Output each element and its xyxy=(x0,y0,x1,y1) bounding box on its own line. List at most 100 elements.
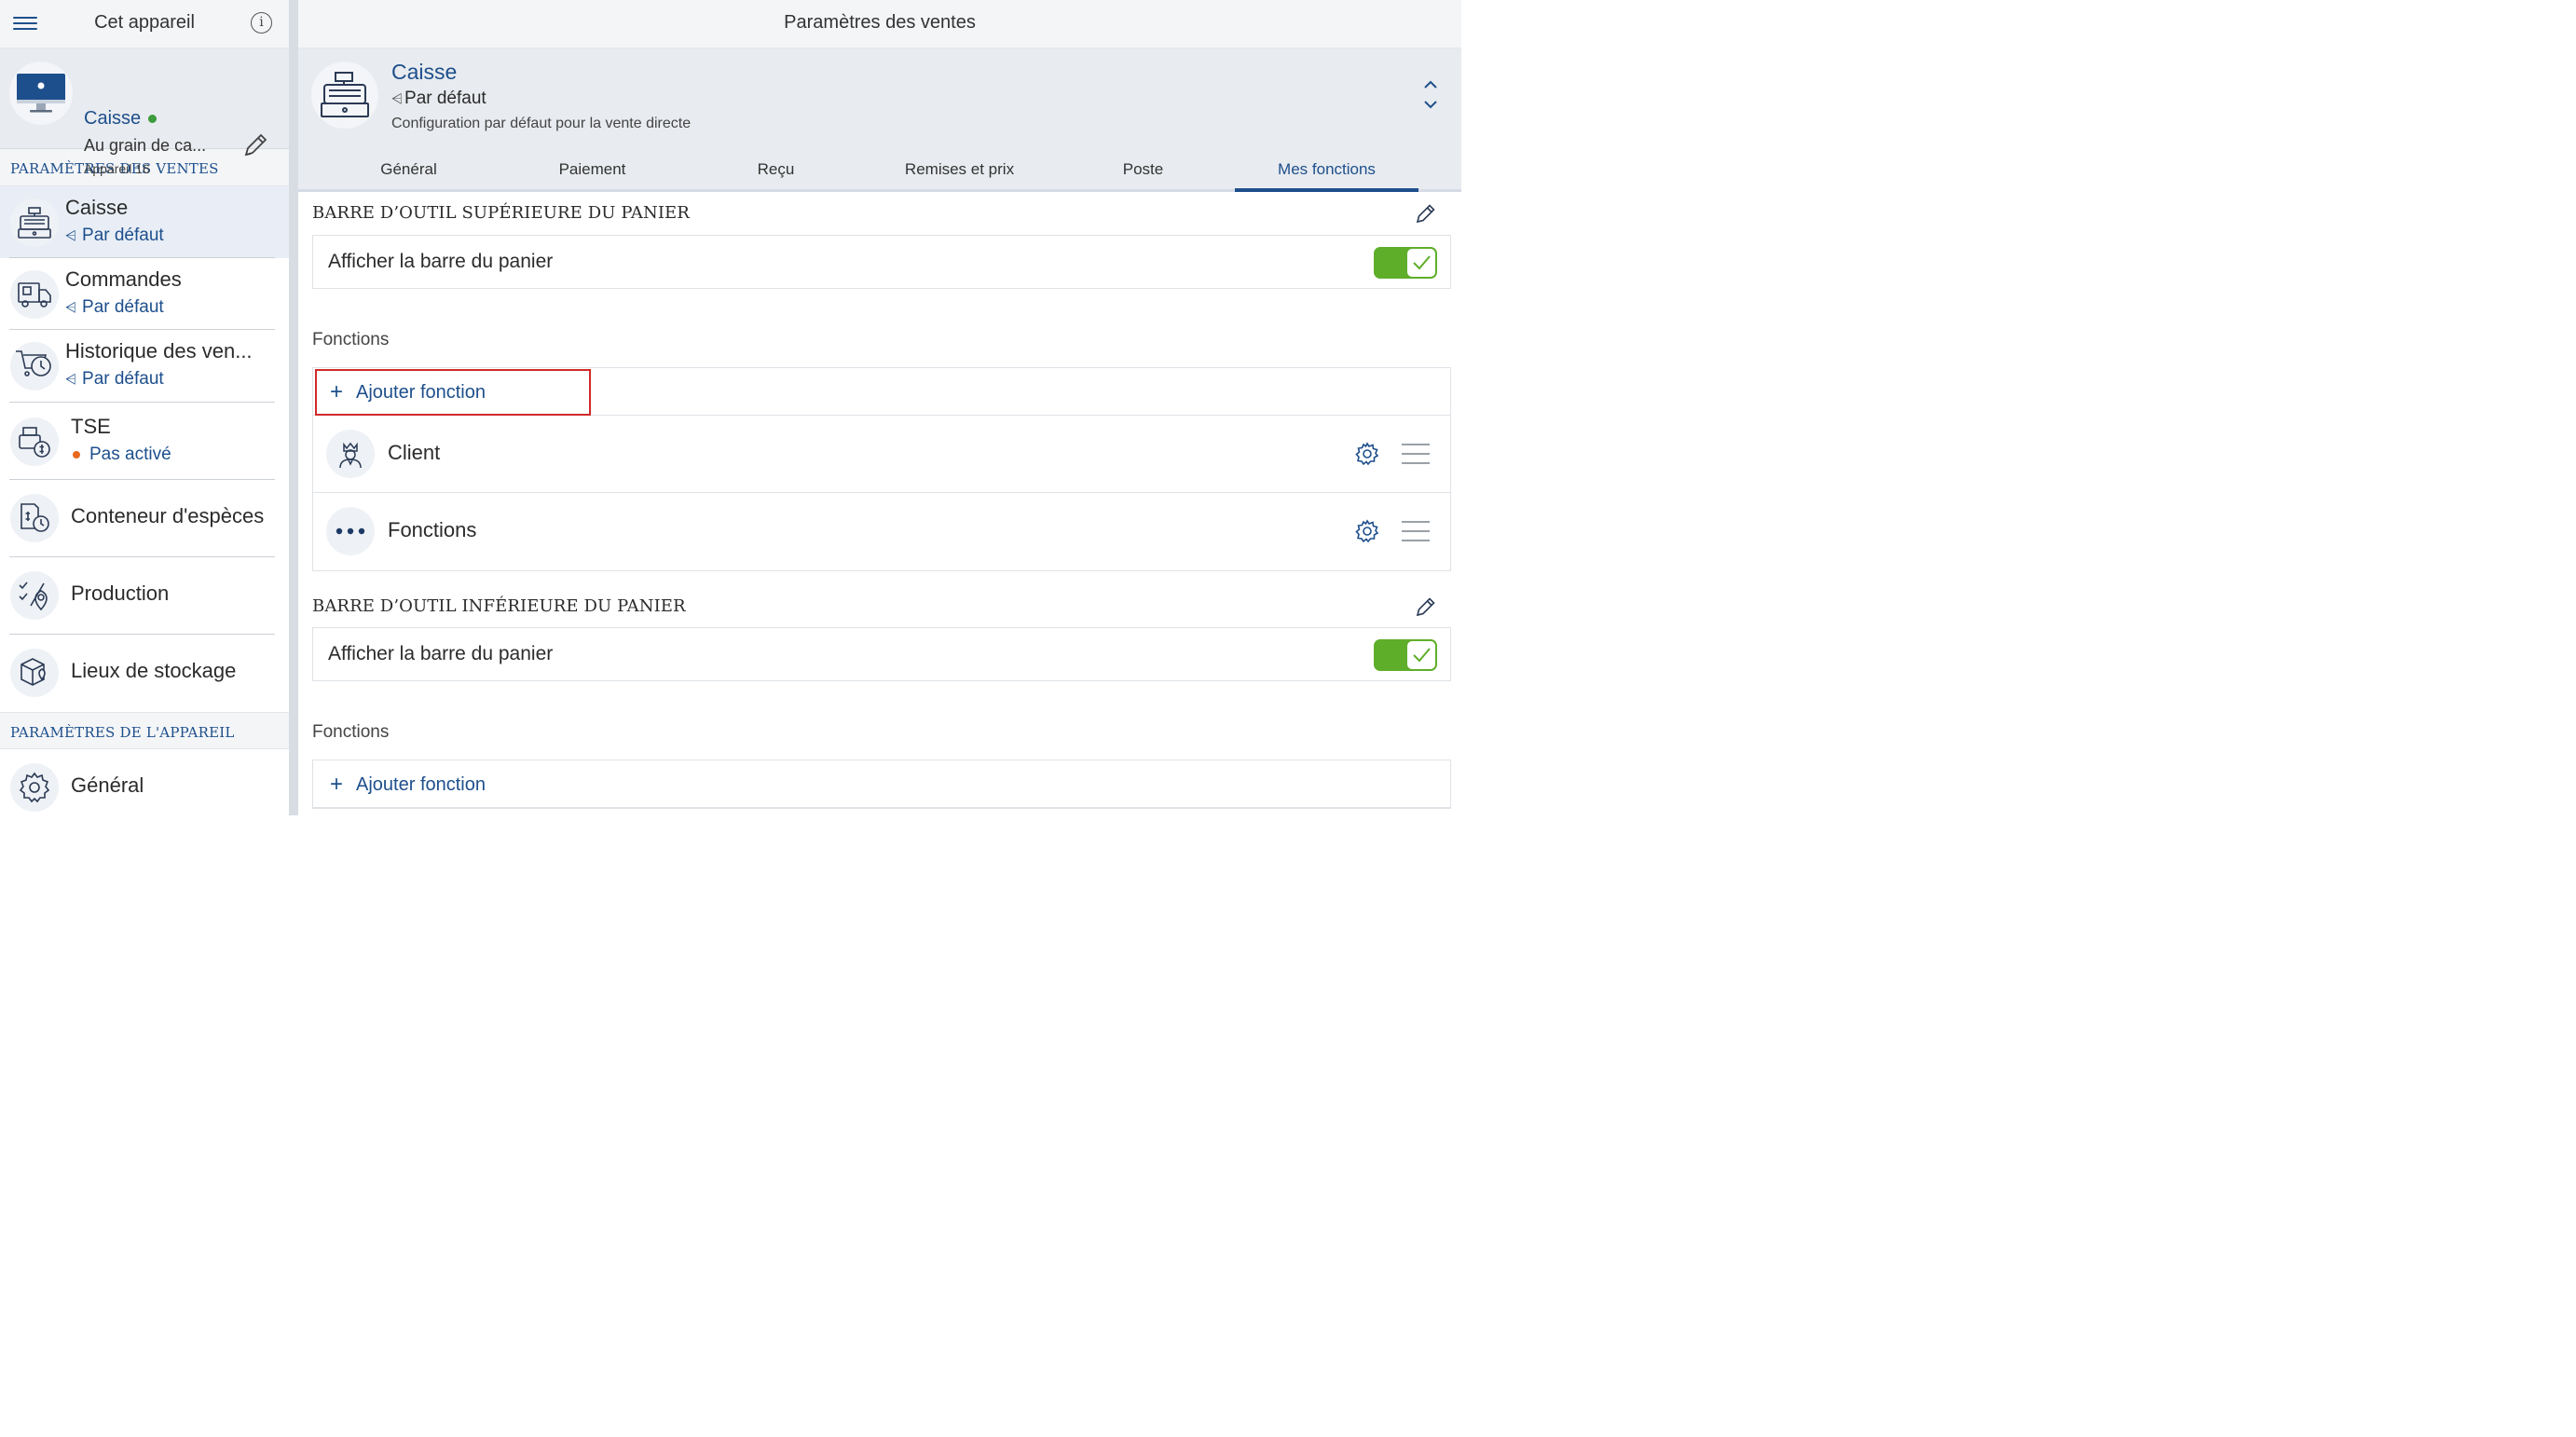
client-icon xyxy=(326,430,375,478)
pencil-icon[interactable] xyxy=(240,130,270,160)
add-function-button[interactable]: + Ajouter fonction xyxy=(315,369,591,416)
gear-icon[interactable] xyxy=(1355,519,1379,543)
pencil-icon[interactable] xyxy=(1414,201,1438,226)
pane-divider[interactable] xyxy=(289,0,298,815)
sidebar-item-sub-text: Par défaut xyxy=(82,226,164,245)
sidebar-item-subtitle: Pas activé xyxy=(73,445,171,465)
expand-collapse-control[interactable] xyxy=(1422,76,1439,114)
tab-general[interactable]: Général xyxy=(317,145,500,189)
functions-label: Fonctions xyxy=(312,722,390,742)
computer-icon xyxy=(9,62,73,125)
device-subtitle: Au grain de ca... xyxy=(84,136,207,155)
top-bar-section-header: BARRE D’OUTIL SUPÉRIEURE DU PANIER xyxy=(312,192,1451,235)
checkmark-icon xyxy=(1407,249,1435,277)
drag-handle-icon[interactable] xyxy=(1402,521,1430,541)
add-function-row: + Ajouter fonction xyxy=(313,760,1450,808)
sidebar-item-title: Historique des ven... xyxy=(65,339,253,363)
sidebar-header: Cet appareil i xyxy=(0,0,289,48)
sidebar-item-title: Commandes xyxy=(65,267,182,291)
plus-icon: + xyxy=(330,379,344,404)
sidebar-item-production[interactable]: Production xyxy=(0,557,289,635)
device-name: Caisse xyxy=(84,108,142,129)
bottom-bar-section-header: BARRE D’OUTIL INFÉRIEURE DU PANIER xyxy=(312,585,1451,627)
functions-label: Fonctions xyxy=(312,330,390,349)
online-status-dot xyxy=(148,115,158,123)
top-bar-toggle-row: Afficher la barre du panier xyxy=(312,235,1451,289)
cash-register-icon xyxy=(311,62,378,129)
tab-mes-fonctions[interactable]: Mes fonctions xyxy=(1235,145,1418,192)
share-icon: ⩤ xyxy=(65,371,77,388)
cash-container-icon xyxy=(10,494,59,542)
sidebar-item-commandes[interactable]: Commandes ⩤ Par défaut xyxy=(0,258,289,330)
cart-history-icon xyxy=(10,342,59,390)
sidebar-item-sub-text: Par défaut xyxy=(82,297,164,317)
config-title: Caisse xyxy=(391,60,458,84)
sidebar-item-stockage[interactable]: Lieux de stockage xyxy=(0,635,289,712)
storage-icon xyxy=(10,649,59,697)
config-card: Caisse ⩤ Par défaut Configuration par dé… xyxy=(298,48,1461,145)
info-icon[interactable]: i xyxy=(251,12,272,34)
show-bottom-bar-toggle[interactable] xyxy=(1374,639,1437,671)
gear-icon xyxy=(10,763,59,812)
config-subtitle: Par défaut xyxy=(404,89,486,108)
device-card[interactable]: Caisse Au grain de ca... Appareil 16 xyxy=(0,48,289,176)
sidebar-item-title: Production xyxy=(71,582,170,605)
tab-recu[interactable]: Reçu xyxy=(684,145,868,189)
sidebar: Cet appareil i Caisse Au grain de ca... … xyxy=(0,0,289,815)
delivery-truck-icon xyxy=(10,270,59,319)
drag-handle-icon[interactable] xyxy=(1402,444,1430,464)
sidebar-item-historique[interactable]: Historique des ven... ⩤ Par défaut xyxy=(0,330,289,403)
device-meta: Appareil 16 xyxy=(84,161,150,176)
sidebar-item-sub-text: Pas activé xyxy=(89,445,171,464)
config-description: Configuration par défaut pour la vente d… xyxy=(391,116,692,131)
top-bar-functions-list: + Ajouter fonction Client Fonctions xyxy=(312,367,1451,571)
sidebar-title: Cet appareil xyxy=(94,12,195,33)
bottom-bar-functions-list: + Ajouter fonction xyxy=(312,760,1451,809)
function-name: Fonctions xyxy=(388,518,477,541)
plus-icon: + xyxy=(330,772,344,797)
bottom-bar-section-title: BARRE D’OUTIL INFÉRIEURE DU PANIER xyxy=(312,596,686,616)
pencil-icon[interactable] xyxy=(1414,595,1438,619)
function-row-client: Client xyxy=(313,416,1450,493)
bottom-bar-toggle-row: Afficher la barre du panier xyxy=(312,627,1451,681)
cash-register-icon xyxy=(10,198,59,247)
section-device-header: PARAMÈTRES DE L'APPAREIL xyxy=(0,712,289,749)
sidebar-item-sub-text: Par défaut xyxy=(82,369,164,389)
add-function-label: Ajouter fonction xyxy=(356,381,486,403)
share-icon: ⩤ xyxy=(65,299,77,316)
add-function-label: Ajouter fonction xyxy=(356,773,486,795)
tab-poste[interactable]: Poste xyxy=(1051,145,1235,189)
sidebar-item-caisse[interactable]: Caisse ⩤ Par défaut xyxy=(0,186,289,258)
toggle-label: Afficher la barre du panier xyxy=(328,251,554,272)
tab-paiement[interactable]: Paiement xyxy=(500,145,684,189)
sidebar-item-subtitle: ⩤ Par défaut xyxy=(65,226,164,246)
top-bar-section-title: BARRE D’OUTIL SUPÉRIEURE DU PANIER xyxy=(312,203,690,223)
toggle-label: Afficher la barre du panier xyxy=(328,643,554,664)
sidebar-item-subtitle: ⩤ Par défaut xyxy=(65,369,164,390)
function-row-fonctions: Fonctions xyxy=(313,493,1450,570)
show-top-bar-toggle[interactable] xyxy=(1374,247,1437,279)
gear-icon[interactable] xyxy=(1355,442,1379,466)
add-function-button[interactable]: + Ajouter fonction xyxy=(315,761,591,808)
device-name-row: Caisse xyxy=(84,108,158,130)
checkmark-icon xyxy=(1407,641,1435,669)
tab-remises-et-prix[interactable]: Remises et prix xyxy=(868,145,1051,189)
more-dots-icon xyxy=(326,507,375,555)
sidebar-item-subtitle: ⩤ Par défaut xyxy=(65,297,164,318)
share-icon: ⩤ xyxy=(65,227,77,244)
content-area: BARRE D’OUTIL SUPÉRIEURE DU PANIER Affic… xyxy=(312,192,1451,809)
sidebar-item-general[interactable]: Général xyxy=(0,749,289,815)
tse-icon xyxy=(10,417,59,466)
add-function-row: + Ajouter fonction xyxy=(313,368,1450,416)
sidebar-item-conteneur[interactable]: Conteneur d'espèces xyxy=(0,480,289,557)
tab-bar: Général Paiement Reçu Remises et prix Po… xyxy=(298,145,1461,192)
sidebar-item-title: Lieux de stockage xyxy=(71,659,237,682)
config-subtitle-row: ⩤ Par défaut xyxy=(391,89,486,109)
sidebar-item-tse[interactable]: TSE Pas activé xyxy=(0,403,289,480)
sidebar-item-title: Conteneur d'espèces xyxy=(71,504,265,527)
main-header-title: Paramètres des ventes xyxy=(298,0,1461,48)
share-icon: ⩤ xyxy=(391,90,404,107)
function-name: Client xyxy=(388,441,441,464)
production-icon xyxy=(10,571,59,620)
